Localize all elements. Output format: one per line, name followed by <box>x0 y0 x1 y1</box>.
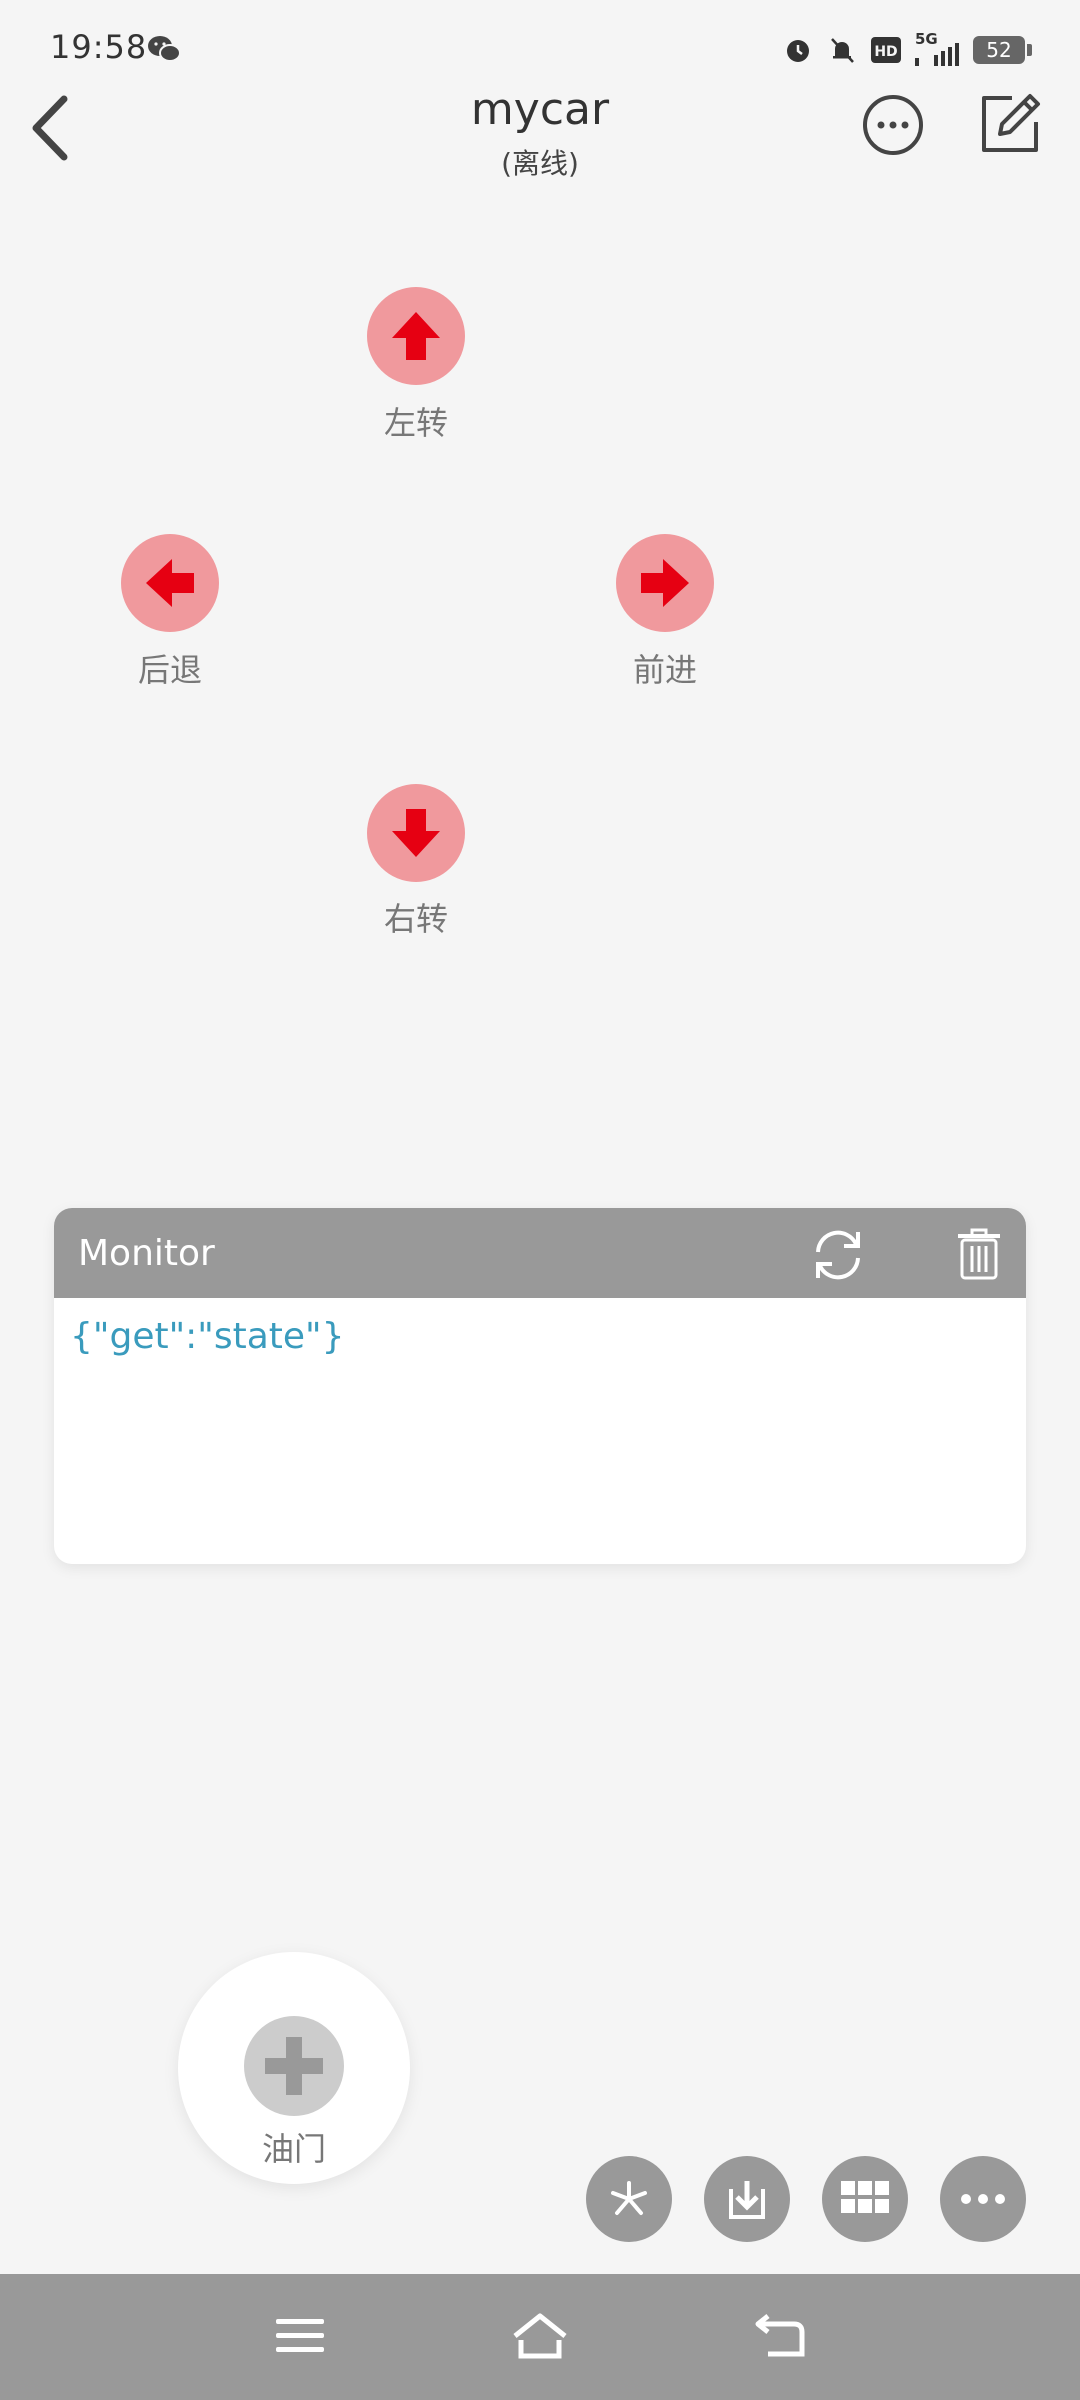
wechat-icon <box>148 36 181 62</box>
navigation-bar <box>0 2274 1080 2400</box>
menu-icon <box>276 2319 324 2352</box>
signal-icon: 5G <box>915 30 959 66</box>
throttle-control: 油门 <box>178 1952 410 2184</box>
monitor-log: {"get":"state"} <box>70 1316 345 1357</box>
alarm-icon <box>787 40 809 62</box>
more-options-button[interactable] <box>862 94 924 156</box>
battery-icon: 52 <box>973 36 1032 64</box>
forward-button[interactable] <box>616 534 714 632</box>
arrow-up-icon <box>392 312 440 360</box>
status-time: 19:58 <box>50 28 148 66</box>
network-type: 5G <box>915 30 938 48</box>
back-arrow-icon <box>755 2314 805 2357</box>
turn-right-button[interactable] <box>367 784 465 882</box>
ellipsis-icon <box>961 2194 1005 2204</box>
download-button[interactable] <box>704 2156 790 2242</box>
more-actions-button[interactable] <box>940 2156 1026 2242</box>
plus-icon <box>265 2037 323 2095</box>
refresh-icon[interactable] <box>810 1228 866 1282</box>
arrow-right-icon <box>641 559 689 607</box>
turn-right-label: 右转 <box>383 900 448 938</box>
turn-left-button[interactable] <box>367 287 465 385</box>
back-nav-button[interactable] <box>750 2306 810 2366</box>
monitor-panel: Monitor {"get":"state"} <box>54 1208 1026 1564</box>
svg-text:HD: HD <box>874 44 897 60</box>
trash-icon[interactable] <box>956 1228 1002 1280</box>
menu-button[interactable] <box>270 2306 330 2366</box>
grid-icon <box>841 2181 889 2213</box>
throttle-label: 油门 <box>261 2130 326 2168</box>
battery-level: 52 <box>973 36 1025 64</box>
status-icons: HD 5G 52 <box>783 30 1032 70</box>
arrow-down-icon <box>392 809 440 857</box>
turn-left-label: 左转 <box>383 404 448 442</box>
forward-label: 前进 <box>632 651 697 689</box>
home-icon <box>513 2313 567 2359</box>
reverse-button[interactable] <box>121 534 219 632</box>
hd-icon: HD <box>871 37 901 63</box>
reverse-label: 后退 <box>137 651 202 689</box>
monitor-title: Monitor <box>78 1232 215 1274</box>
monitor-header: Monitor <box>54 1208 1026 1298</box>
arrow-left-icon <box>146 559 194 607</box>
throttle-button[interactable] <box>244 2016 344 2116</box>
spark-button[interactable] <box>586 2156 672 2242</box>
grid-button[interactable] <box>822 2156 908 2242</box>
mute-bell-icon <box>831 38 854 63</box>
home-button[interactable] <box>510 2306 570 2366</box>
edit-button[interactable] <box>978 92 1042 156</box>
spark-icon <box>611 2181 647 2215</box>
download-icon <box>729 2181 765 2219</box>
